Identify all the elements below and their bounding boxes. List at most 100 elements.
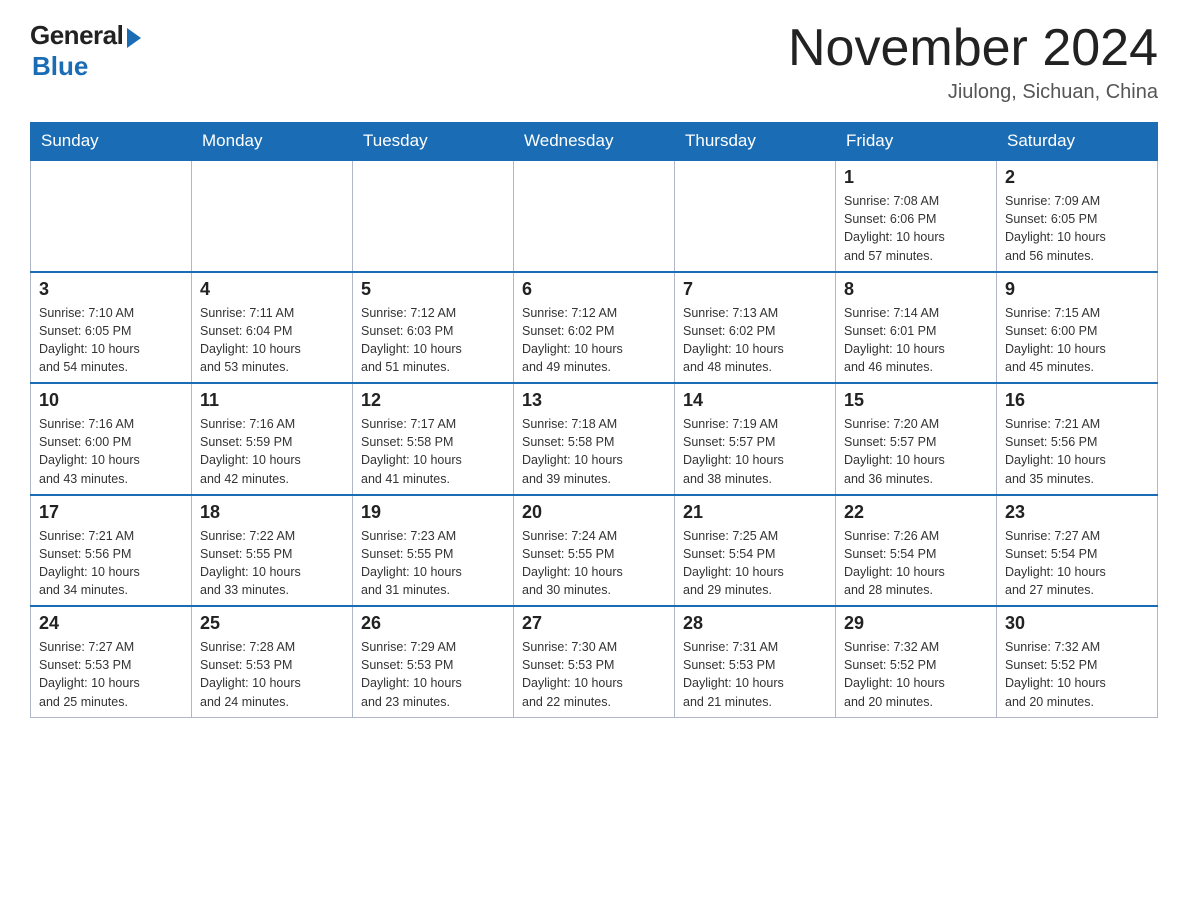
day-info: Sunrise: 7:20 AMSunset: 5:57 PMDaylight:…	[844, 415, 988, 488]
day-number: 18	[200, 502, 344, 523]
column-header-friday: Friday	[836, 123, 997, 161]
day-info: Sunrise: 7:31 AMSunset: 5:53 PMDaylight:…	[683, 638, 827, 711]
calendar-cell: 27Sunrise: 7:30 AMSunset: 5:53 PMDayligh…	[514, 606, 675, 717]
day-number: 14	[683, 390, 827, 411]
calendar-cell: 8 Sunrise: 7:14 AMSunset: 6:01 PMDaylight…	[836, 272, 997, 384]
week-row-1: 1Sunrise: 7:08 AMSunset: 6:06 PMDaylight…	[31, 160, 1158, 272]
day-number: 11	[200, 390, 344, 411]
calendar-cell: 19 Sunrise: 7:23 AMSunset: 5:55 PMDayligh…	[353, 495, 514, 607]
day-number: 19	[361, 502, 505, 523]
logo-triangle-icon	[127, 28, 141, 48]
day-info: Sunrise: 7:22 AMSunset: 5:55 PMDaylight:…	[200, 527, 344, 600]
day-info: Sunrise: 7:14 AMSunset: 6:01 PMDaylight:…	[844, 304, 988, 377]
day-number: 1	[844, 167, 988, 188]
week-row-2: 3 Sunrise: 7:10 AMSunset: 6:05 PMDaylight…	[31, 272, 1158, 384]
calendar-cell: 1Sunrise: 7:08 AMSunset: 6:06 PMDaylight…	[836, 160, 997, 272]
calendar-cell: 3 Sunrise: 7:10 AMSunset: 6:05 PMDaylight…	[31, 272, 192, 384]
day-info: Sunrise: 7:23 AMSunset: 5:55 PMDaylight:…	[361, 527, 505, 600]
day-number: 30	[1005, 613, 1149, 634]
calendar-cell: 26 Sunrise: 7:29 AMSunset: 5:53 PMDayligh…	[353, 606, 514, 717]
calendar-cell: 12 Sunrise: 7:17 AMSunset: 5:58 PMDayligh…	[353, 383, 514, 495]
header: General Blue November 2024 Jiulong, Sich…	[30, 20, 1158, 104]
calendar-cell: 5Sunrise: 7:12 AMSunset: 6:03 PMDaylight…	[353, 272, 514, 384]
calendar-cell	[514, 160, 675, 272]
calendar-cell	[675, 160, 836, 272]
calendar-cell: 22 Sunrise: 7:26 AMSunset: 5:54 PMDayligh…	[836, 495, 997, 607]
day-number: 6	[522, 279, 666, 300]
day-info: Sunrise: 7:32 AMSunset: 5:52 PMDaylight:…	[1005, 638, 1149, 711]
calendar-cell: 9 Sunrise: 7:15 AMSunset: 6:00 PMDaylight…	[997, 272, 1158, 384]
day-number: 12	[361, 390, 505, 411]
calendar-cell: 13 Sunrise: 7:18 AMSunset: 5:58 PMDayligh…	[514, 383, 675, 495]
calendar-cell: 16 Sunrise: 7:21 AMSunset: 5:56 PMDayligh…	[997, 383, 1158, 495]
calendar-cell: 23Sunrise: 7:27 AMSunset: 5:54 PMDayligh…	[997, 495, 1158, 607]
day-info: Sunrise: 7:25 AMSunset: 5:54 PMDaylight:…	[683, 527, 827, 600]
calendar-cell: 2Sunrise: 7:09 AMSunset: 6:05 PMDaylight…	[997, 160, 1158, 272]
day-number: 5	[361, 279, 505, 300]
day-number: 7	[683, 279, 827, 300]
day-number: 28	[683, 613, 827, 634]
day-number: 23	[1005, 502, 1149, 523]
week-row-3: 10Sunrise: 7:16 AMSunset: 6:00 PMDayligh…	[31, 383, 1158, 495]
calendar-cell: 10Sunrise: 7:16 AMSunset: 6:00 PMDayligh…	[31, 383, 192, 495]
calendar-header-row: SundayMondayTuesdayWednesdayThursdayFrid…	[31, 123, 1158, 161]
day-number: 15	[844, 390, 988, 411]
day-number: 16	[1005, 390, 1149, 411]
week-row-5: 24 Sunrise: 7:27 AMSunset: 5:53 PMDayligh…	[31, 606, 1158, 717]
day-info: Sunrise: 7:10 AMSunset: 6:05 PMDaylight:…	[39, 304, 183, 377]
day-number: 3	[39, 279, 183, 300]
column-header-thursday: Thursday	[675, 123, 836, 161]
calendar-cell: 17 Sunrise: 7:21 AMSunset: 5:56 PMDayligh…	[31, 495, 192, 607]
day-info: Sunrise: 7:16 AMSunset: 5:59 PMDaylight:…	[200, 415, 344, 488]
day-info: Sunrise: 7:21 AMSunset: 5:56 PMDaylight:…	[1005, 415, 1149, 488]
column-header-monday: Monday	[192, 123, 353, 161]
month-year-title: November 2024	[788, 20, 1158, 77]
day-info: Sunrise: 7:11 AMSunset: 6:04 PMDaylight:…	[200, 304, 344, 377]
day-info: Sunrise: 7:17 AMSunset: 5:58 PMDaylight:…	[361, 415, 505, 488]
day-number: 17	[39, 502, 183, 523]
calendar-cell	[353, 160, 514, 272]
day-number: 24	[39, 613, 183, 634]
day-number: 4	[200, 279, 344, 300]
day-info: Sunrise: 7:29 AMSunset: 5:53 PMDaylight:…	[361, 638, 505, 711]
calendar-cell: 25Sunrise: 7:28 AMSunset: 5:53 PMDayligh…	[192, 606, 353, 717]
day-info: Sunrise: 7:27 AMSunset: 5:53 PMDaylight:…	[39, 638, 183, 711]
calendar-cell: 21 Sunrise: 7:25 AMSunset: 5:54 PMDayligh…	[675, 495, 836, 607]
day-info: Sunrise: 7:16 AMSunset: 6:00 PMDaylight:…	[39, 415, 183, 488]
day-number: 20	[522, 502, 666, 523]
calendar-cell: 6 Sunrise: 7:12 AMSunset: 6:02 PMDaylight…	[514, 272, 675, 384]
day-info: Sunrise: 7:18 AMSunset: 5:58 PMDaylight:…	[522, 415, 666, 488]
day-info: Sunrise: 7:12 AMSunset: 6:02 PMDaylight:…	[522, 304, 666, 377]
day-number: 13	[522, 390, 666, 411]
day-number: 21	[683, 502, 827, 523]
logo: General Blue	[30, 20, 141, 82]
column-header-tuesday: Tuesday	[353, 123, 514, 161]
day-info: Sunrise: 7:28 AMSunset: 5:53 PMDaylight:…	[200, 638, 344, 711]
day-info: Sunrise: 7:26 AMSunset: 5:54 PMDaylight:…	[844, 527, 988, 600]
calendar-table: SundayMondayTuesdayWednesdayThursdayFrid…	[30, 122, 1158, 718]
calendar-cell: 11 Sunrise: 7:16 AMSunset: 5:59 PMDayligh…	[192, 383, 353, 495]
calendar-cell: 15 Sunrise: 7:20 AMSunset: 5:57 PMDayligh…	[836, 383, 997, 495]
calendar-cell: 30 Sunrise: 7:32 AMSunset: 5:52 PMDayligh…	[997, 606, 1158, 717]
column-header-sunday: Sunday	[31, 123, 192, 161]
column-header-saturday: Saturday	[997, 123, 1158, 161]
calendar-cell: 7Sunrise: 7:13 AMSunset: 6:02 PMDaylight…	[675, 272, 836, 384]
day-number: 22	[844, 502, 988, 523]
calendar-cell	[31, 160, 192, 272]
day-info: Sunrise: 7:32 AMSunset: 5:52 PMDaylight:…	[844, 638, 988, 711]
day-info: Sunrise: 7:21 AMSunset: 5:56 PMDaylight:…	[39, 527, 183, 600]
calendar-cell	[192, 160, 353, 272]
day-info: Sunrise: 7:15 AMSunset: 6:00 PMDaylight:…	[1005, 304, 1149, 377]
day-info: Sunrise: 7:24 AMSunset: 5:55 PMDaylight:…	[522, 527, 666, 600]
column-header-wednesday: Wednesday	[514, 123, 675, 161]
day-info: Sunrise: 7:30 AMSunset: 5:53 PMDaylight:…	[522, 638, 666, 711]
day-number: 9	[1005, 279, 1149, 300]
day-number: 8	[844, 279, 988, 300]
title-area: November 2024 Jiulong, Sichuan, China	[788, 20, 1158, 104]
location-subtitle: Jiulong, Sichuan, China	[788, 81, 1158, 104]
logo-general-text: General	[30, 20, 123, 51]
day-number: 26	[361, 613, 505, 634]
day-info: Sunrise: 7:19 AMSunset: 5:57 PMDaylight:…	[683, 415, 827, 488]
day-number: 2	[1005, 167, 1149, 188]
week-row-4: 17 Sunrise: 7:21 AMSunset: 5:56 PMDayligh…	[31, 495, 1158, 607]
